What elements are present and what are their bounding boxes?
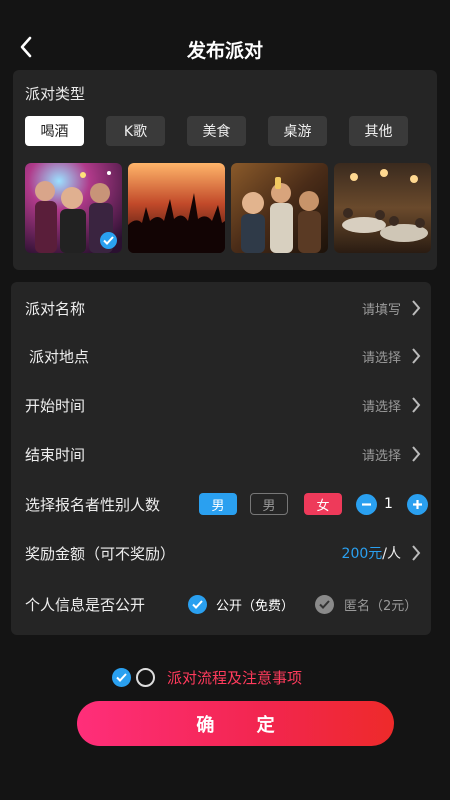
photo-picker	[25, 163, 437, 253]
agreement-radio-empty[interactable]	[136, 667, 155, 687]
gender-count-label: 选择报名者性别人数	[25, 495, 161, 514]
decrement-button[interactable]	[356, 493, 377, 515]
minus-icon	[362, 502, 371, 506]
anonymous-option-label: 匿名（2元）	[344, 598, 418, 614]
type-option-drinking[interactable]: 喝酒	[25, 116, 84, 146]
gender-count-row: 选择报名者性别人数 男 男 女 1	[11, 489, 431, 519]
party-name-label: 派对名称	[25, 299, 86, 318]
increment-button[interactable]	[407, 493, 428, 515]
gender-male-button[interactable]: 男	[199, 493, 237, 515]
check-icon	[319, 599, 330, 609]
confirm-button[interactable]: 确 定	[77, 701, 394, 746]
party-location-label: 派对地点	[29, 347, 90, 366]
chevron-right-icon	[412, 300, 421, 316]
type-option-boardgame[interactable]: 桌游	[268, 116, 327, 146]
photo-concert-silhouette[interactable]	[128, 163, 225, 253]
reward-row[interactable]: 奖励金额（可不奖励） 200元/人	[11, 538, 431, 568]
chevron-right-icon	[412, 545, 421, 561]
anonymous-radio[interactable]	[315, 594, 334, 614]
reward-label: 奖励金额（可不奖励）	[25, 544, 176, 563]
party-location-value: 请选择	[361, 350, 401, 366]
photo-party-crowd[interactable]	[25, 163, 122, 253]
chevron-right-icon	[412, 397, 421, 413]
end-time-value: 请选择	[361, 448, 401, 464]
end-time-label: 结束时间	[25, 445, 86, 464]
page-title: 发布派对	[186, 40, 263, 62]
plus-icon	[413, 499, 422, 509]
gender-female-button[interactable]: 女	[304, 493, 342, 515]
agreement-row: 派对流程及注意事项	[112, 667, 302, 687]
party-name-row[interactable]: 派对名称 请填写	[11, 293, 431, 323]
party-type-options: 喝酒 K歌 美食 桌游 其他	[25, 116, 430, 146]
party-form-card: 派对名称 请填写 派对地点 请选择 开始时间 请选择 结束时间 请选择 选择报名…	[11, 282, 431, 635]
type-option-food[interactable]: 美食	[187, 116, 246, 146]
photo-restaurant-hall[interactable]	[334, 163, 431, 253]
party-type-label: 派对类型	[25, 85, 86, 103]
privacy-label: 个人信息是否公开	[25, 595, 146, 614]
start-time-value: 请选择	[361, 399, 401, 415]
start-time-row[interactable]: 开始时间 请选择	[11, 390, 431, 420]
check-icon	[192, 599, 203, 609]
gender-male-alt-button[interactable]: 男	[250, 493, 288, 515]
check-icon	[116, 672, 127, 682]
type-option-karaoke[interactable]: K歌	[106, 116, 165, 146]
reward-unit: /人	[382, 546, 401, 562]
agreement-checkbox[interactable]	[112, 667, 131, 687]
end-time-row[interactable]: 结束时间 请选择	[11, 439, 431, 469]
agreement-link[interactable]: 派对流程及注意事项	[167, 667, 302, 688]
start-time-label: 开始时间	[25, 396, 86, 415]
chevron-right-icon	[412, 348, 421, 364]
party-location-row[interactable]: 派对地点 请选择	[11, 341, 431, 371]
public-radio[interactable]	[188, 594, 207, 614]
top-bar: 发布派对	[0, 28, 450, 68]
reward-amount: 200元	[341, 546, 383, 562]
public-option-label: 公开（免费）	[216, 598, 295, 614]
party-type-card: 派对类型 喝酒 K歌 美食 桌游 其他	[13, 70, 437, 270]
reward-value: 200元/人	[342, 543, 401, 563]
photo-bar-cheers[interactable]	[231, 163, 328, 253]
privacy-row: 个人信息是否公开 公开（免费） 匿名（2元）	[11, 589, 431, 619]
type-option-other[interactable]: 其他	[349, 116, 408, 146]
participant-count: 1	[384, 496, 393, 512]
party-name-value: 请填写	[361, 302, 401, 318]
photo-selected-check-icon	[100, 232, 117, 249]
chevron-right-icon	[412, 446, 421, 462]
